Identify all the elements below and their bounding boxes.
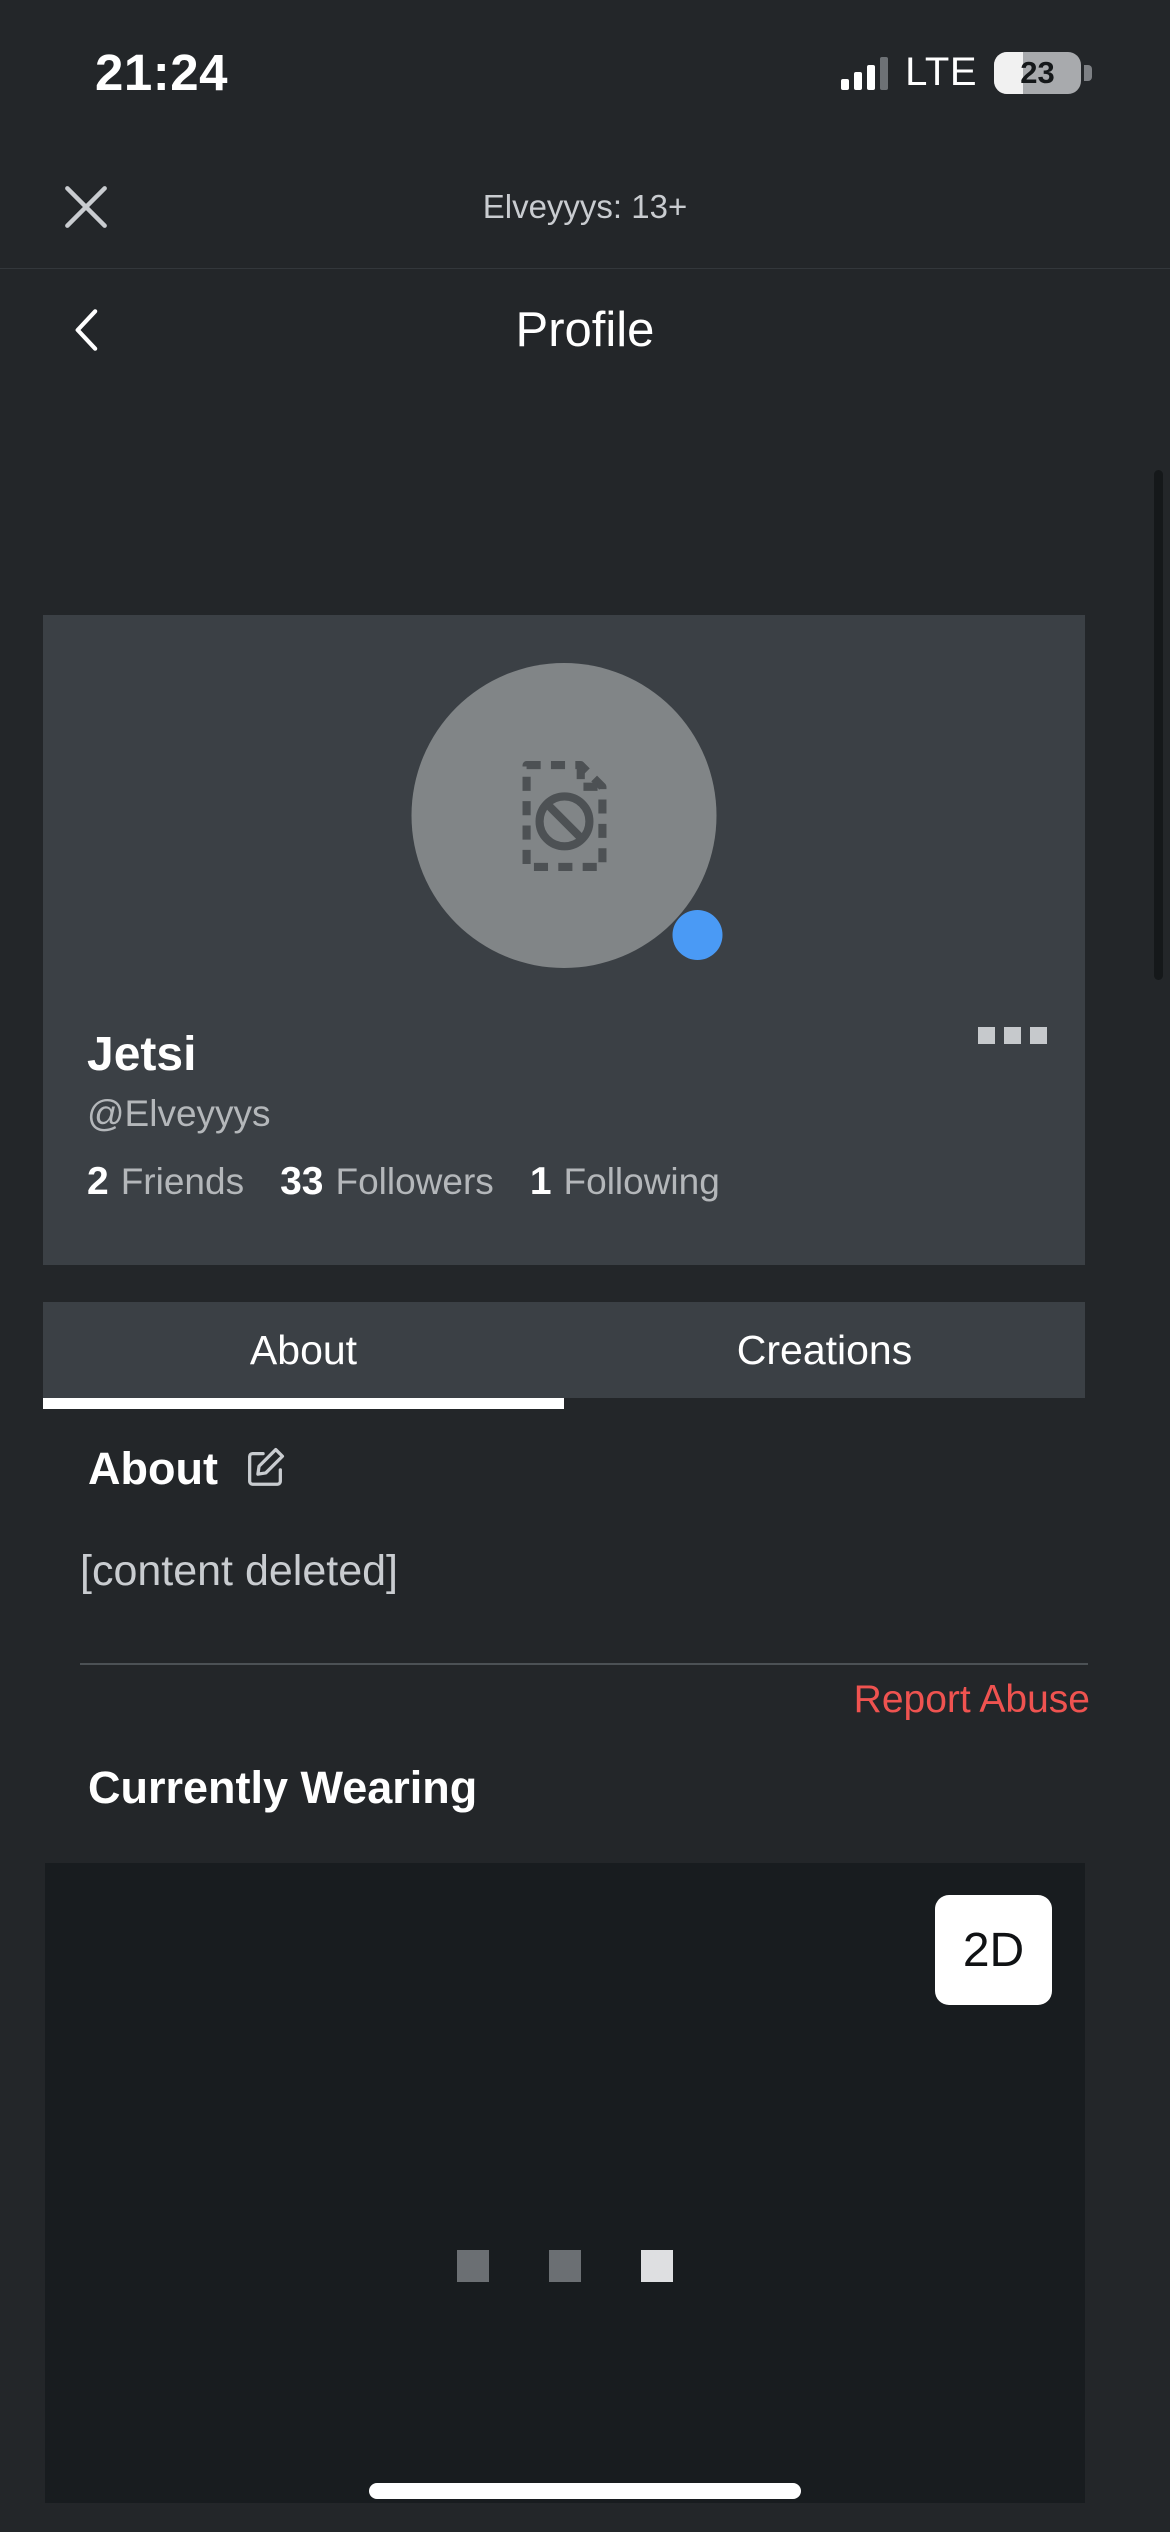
- stat-count: 33: [280, 1160, 324, 1203]
- about-section-header: About: [88, 1443, 288, 1495]
- stat-count: 2: [87, 1160, 109, 1203]
- battery-icon: 23: [994, 51, 1092, 94]
- profile-tabs: About Creations: [43, 1302, 1085, 1409]
- tab-about[interactable]: About: [43, 1302, 564, 1409]
- stat-label: Followers: [335, 1161, 494, 1202]
- profile-screen: 21:24 LTE 23 Elveyyys: 13+ Profile Jetsi…: [0, 0, 1170, 2532]
- stat-followers[interactable]: 33 Followers: [280, 1160, 494, 1204]
- stat-label: Following: [563, 1161, 720, 1202]
- edit-pencil-icon: [247, 1447, 285, 1486]
- profile-handle: @Elveyyys: [87, 1093, 271, 1134]
- currently-wearing-heading: Currently Wearing: [88, 1762, 478, 1813]
- battery-percent-label: 23: [1020, 54, 1055, 90]
- loading-squares-indicator: [457, 2250, 673, 2282]
- stat-count: 1: [529, 1160, 552, 1203]
- chevron-left-icon: [75, 309, 98, 351]
- more-options-icon: [1030, 1027, 1047, 1044]
- online-status-dot: [672, 910, 723, 960]
- scrollbar[interactable]: [1154, 470, 1163, 980]
- app-bar-title: Elveyyys: 13+: [482, 187, 688, 225]
- broken-image-placeholder-icon: [522, 760, 606, 871]
- profile-stats: 2 Friends 33 Followers 1 Following: [87, 1160, 720, 1204]
- more-options-icon: [1004, 1027, 1021, 1044]
- page-title: Profile: [515, 303, 655, 357]
- edit-about-button[interactable]: [242, 1444, 288, 1495]
- status-bar-clock: 21:24: [95, 44, 228, 101]
- close-icon: [65, 185, 107, 228]
- status-bar-indicators: LTE 23: [841, 50, 1092, 95]
- about-divider: [80, 1663, 1088, 1665]
- signal-bars-icon: [841, 56, 889, 90]
- avatar[interactable]: [411, 663, 723, 968]
- nav-bar: Profile: [0, 269, 1170, 391]
- back-button[interactable]: [52, 295, 122, 365]
- view-mode-toggle-button[interactable]: 2D: [935, 1895, 1052, 2005]
- stat-label: Friends: [120, 1161, 245, 1202]
- profile-display-name: Jetsi: [87, 1028, 197, 1081]
- tab-creations[interactable]: Creations: [564, 1302, 1085, 1398]
- network-type-label: LTE: [905, 50, 977, 94]
- about-content: [content deleted]: [80, 1547, 398, 1595]
- about-heading: About: [88, 1443, 218, 1494]
- report-abuse-link[interactable]: Report Abuse: [854, 1678, 1090, 1722]
- close-button[interactable]: [52, 173, 120, 241]
- stat-friends[interactable]: 2 Friends: [87, 1160, 244, 1204]
- app-bar: Elveyyys: 13+: [0, 145, 1170, 269]
- more-options-button[interactable]: [978, 1027, 1047, 1044]
- more-options-icon: [978, 1027, 995, 1044]
- stat-following[interactable]: 1 Following: [530, 1160, 720, 1204]
- status-bar: 21:24 LTE 23: [0, 0, 1170, 145]
- profile-header-card: Jetsi @Elveyyys 2 Friends 33 Followers 1…: [43, 615, 1085, 1265]
- currently-wearing-panel: 2D: [45, 1863, 1085, 2503]
- home-indicator[interactable]: [369, 2483, 801, 2499]
